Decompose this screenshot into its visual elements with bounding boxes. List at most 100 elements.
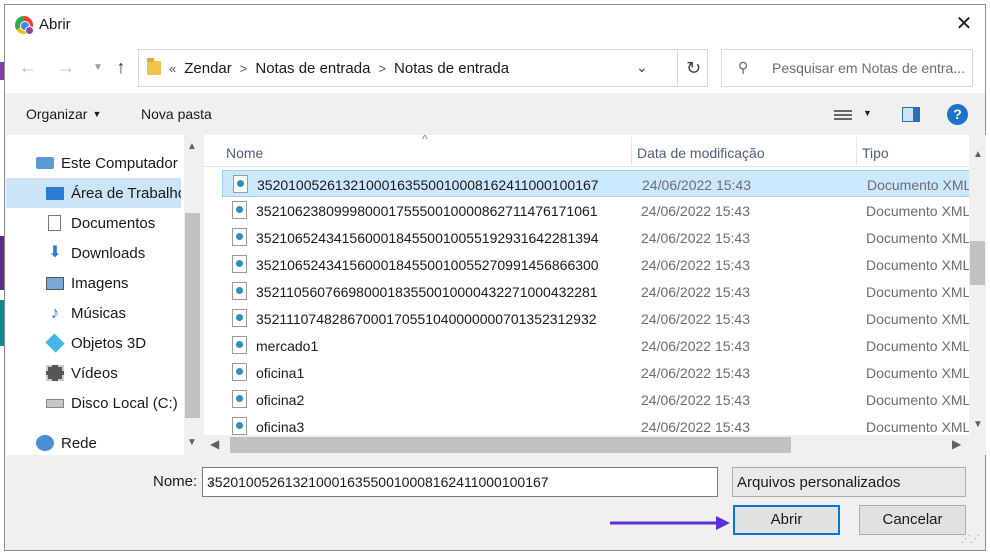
file-name-label: Nome: bbox=[153, 473, 198, 490]
scroll-up-icon[interactable]: ▲ bbox=[973, 149, 983, 160]
file-date-cell: 24/06/2022 15:43 bbox=[641, 230, 750, 246]
column-header-date[interactable]: Data de modificação bbox=[637, 145, 765, 161]
search-box[interactable]: ⚲ Pesquisar em Notas de entra... bbox=[721, 49, 973, 87]
address-dropdown-icon[interactable]: ⌄ bbox=[636, 59, 648, 76]
computer-icon bbox=[36, 157, 54, 169]
file-type-cell: Documento XML bbox=[866, 284, 971, 300]
breadcrumb-separator-icon[interactable]: > bbox=[240, 61, 248, 76]
title-bar: Abrir ✕ bbox=[5, 5, 985, 45]
table-row-selected[interactable]: 3520100526132100016355001000816241100010… bbox=[222, 170, 971, 197]
cancel-button[interactable]: Cancelar bbox=[859, 505, 966, 535]
desktop-icon bbox=[46, 186, 64, 200]
scroll-right-icon[interactable]: ▶ bbox=[952, 437, 961, 451]
refresh-button[interactable]: ↻ bbox=[677, 50, 709, 86]
refresh-icon: ↻ bbox=[685, 58, 702, 78]
sidebar-item-this-pc[interactable]: Este Computador bbox=[6, 148, 181, 178]
scrollbar-thumb[interactable] bbox=[230, 437, 791, 453]
resize-grip-icon[interactable]: ⋰⋰ bbox=[961, 534, 980, 545]
address-bar[interactable]: « Zendar > Notas de entrada > Notas de e… bbox=[138, 49, 708, 87]
column-divider[interactable] bbox=[631, 137, 632, 165]
breadcrumb-separator-icon[interactable]: > bbox=[378, 61, 386, 76]
breadcrumb: « Zendar > Notas de entrada > Notas de e… bbox=[169, 60, 509, 77]
breadcrumb-item[interactable]: Notas de entrada bbox=[394, 60, 509, 77]
file-type-cell: Documento XML bbox=[866, 365, 971, 381]
file-name-cell: oficina2 bbox=[256, 392, 305, 408]
preview-pane-icon[interactable] bbox=[902, 107, 920, 122]
file-name-cell: oficina1 bbox=[256, 365, 305, 381]
table-row[interactable]: 3521065243415600018455001005527099145686… bbox=[222, 251, 970, 278]
sidebar-item-label: Disco Local (C:) bbox=[71, 394, 178, 412]
table-row[interactable]: oficina1 24/06/2022 15:43 Documento XML bbox=[222, 359, 970, 386]
xml-file-icon bbox=[232, 390, 247, 408]
file-name-cell: 3521105607669800018355001000043227100043… bbox=[256, 284, 598, 300]
table-row[interactable]: 3521110748286700017055104000000070135231… bbox=[222, 305, 970, 332]
xml-file-icon bbox=[232, 417, 247, 435]
xml-file-icon bbox=[232, 255, 247, 273]
breadcrumb-item[interactable]: Notas de entrada bbox=[255, 60, 370, 77]
navigation-scrollbar[interactable]: ▲ ▼ bbox=[184, 135, 200, 455]
scroll-down-icon[interactable]: ▼ bbox=[187, 437, 197, 448]
up-button[interactable]: ↑ bbox=[110, 57, 132, 78]
sidebar-item-network[interactable]: Rede bbox=[6, 428, 181, 455]
file-date-cell: 24/06/2022 15:43 bbox=[641, 284, 750, 300]
table-row[interactable]: mercado1 24/06/2022 15:43 Documento XML bbox=[222, 332, 970, 359]
table-row[interactable]: oficina2 24/06/2022 15:43 Documento XML bbox=[222, 386, 970, 413]
scroll-down-icon[interactable]: ▼ bbox=[973, 419, 983, 430]
search-placeholder: Pesquisar em Notas de entra... bbox=[772, 60, 965, 76]
command-bar: Organizar ▼ Nova pasta ▼ ? bbox=[5, 97, 985, 133]
folder-icon bbox=[147, 58, 161, 75]
navigation-bar: ← → ▼ ↑ « Zendar > Notas de entrada > No… bbox=[5, 45, 985, 93]
file-name-cell: 3521065243415600018455001005527099145686… bbox=[256, 257, 599, 273]
table-row[interactable]: 3521065243415600018455001005519293164228… bbox=[222, 224, 970, 251]
annotation-arrow-icon bbox=[610, 516, 730, 530]
sidebar-item-3d-objects[interactable]: Objetos 3D bbox=[6, 328, 181, 358]
file-type-select[interactable]: Arquivos personalizados ⌄ bbox=[732, 467, 966, 497]
sidebar-item-local-disk[interactable]: Disco Local (C:) bbox=[6, 388, 181, 418]
organize-menu[interactable]: Organizar ▼ bbox=[26, 106, 101, 122]
file-list-horizontal-scrollbar[interactable]: ◀ ▶ bbox=[204, 435, 969, 455]
file-list-vertical-scrollbar[interactable]: ▲ ▼ bbox=[969, 135, 986, 455]
scroll-up-icon[interactable]: ▲ bbox=[187, 141, 197, 152]
scrollbar-thumb[interactable] bbox=[970, 241, 985, 285]
column-header-type[interactable]: Tipo bbox=[862, 145, 889, 161]
open-button[interactable]: Abrir bbox=[733, 505, 840, 535]
file-date-cell: 24/06/2022 15:43 bbox=[641, 419, 750, 435]
back-button[interactable]: ← bbox=[17, 57, 39, 78]
table-row[interactable]: 3521105607669800018355001000043227100043… bbox=[222, 278, 970, 305]
new-folder-button[interactable]: Nova pasta bbox=[141, 106, 212, 122]
breadcrumb-item[interactable]: Zendar bbox=[184, 60, 232, 77]
sidebar-item-label: Área de Trabalho bbox=[71, 184, 181, 202]
breadcrumb-overflow[interactable]: « bbox=[169, 61, 176, 76]
file-type-cell: Documento XML bbox=[866, 203, 971, 219]
xml-file-icon bbox=[232, 309, 247, 327]
column-divider[interactable] bbox=[856, 137, 857, 165]
file-name-cell: 3521065243415600018455001005519293164228… bbox=[256, 230, 599, 246]
view-details-icon[interactable] bbox=[834, 108, 852, 122]
sidebar-item-documents[interactable]: Documentos bbox=[6, 208, 181, 238]
sidebar-item-music[interactable]: ♪ Músicas bbox=[6, 298, 181, 328]
sidebar-item-videos[interactable]: Vídeos bbox=[6, 358, 181, 388]
sidebar-item-label: Vídeos bbox=[71, 364, 118, 382]
file-name-cell: 3521110748286700017055104000000070135231… bbox=[256, 311, 597, 327]
sidebar-item-downloads[interactable]: ⬇ Downloads bbox=[6, 238, 181, 268]
file-type-cell: Documento XML bbox=[866, 257, 971, 273]
forward-button[interactable]: → bbox=[55, 57, 77, 78]
file-name-cell: mercado1 bbox=[256, 338, 319, 354]
close-button[interactable]: ✕ bbox=[953, 13, 975, 35]
scroll-left-icon[interactable]: ◀ bbox=[210, 437, 219, 451]
help-button[interactable]: ? bbox=[947, 104, 968, 125]
chevron-down-icon[interactable]: ⌄ bbox=[207, 475, 711, 488]
file-date-cell: 24/06/2022 15:43 bbox=[641, 257, 750, 273]
view-options-caret-icon[interactable]: ▼ bbox=[863, 108, 872, 118]
scrollbar-thumb[interactable] bbox=[185, 213, 200, 418]
recent-locations-button[interactable]: ▼ bbox=[87, 62, 109, 73]
chevron-down-icon: ⌄ bbox=[737, 476, 747, 488]
sidebar-item-desktop[interactable]: Área de Trabalho bbox=[6, 178, 181, 208]
table-row[interactable]: 3521062380999800017555001000086271147617… bbox=[222, 197, 970, 224]
sidebar-item-images[interactable]: Imagens bbox=[6, 268, 181, 298]
column-header-name[interactable]: Nome bbox=[226, 145, 263, 161]
file-name-input[interactable]: 3520100526132100016355001000816241100010… bbox=[202, 467, 718, 497]
images-icon bbox=[46, 276, 64, 290]
caret-down-icon: ▼ bbox=[92, 109, 102, 119]
network-icon bbox=[36, 435, 54, 451]
